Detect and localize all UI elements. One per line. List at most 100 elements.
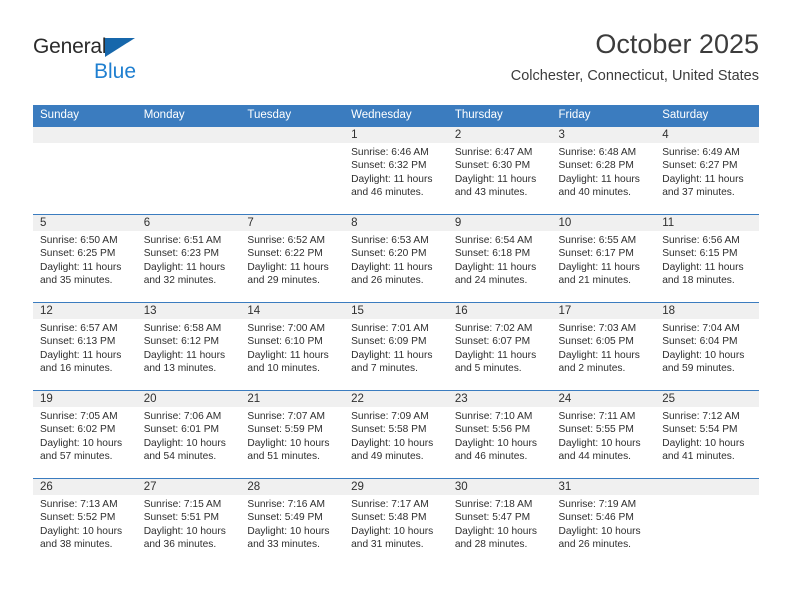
- day-number: 26: [33, 479, 137, 495]
- day-cell-content: [136, 127, 241, 214]
- day-cell-content: 8 Sunrise: 6:53 AM Sunset: 6:20 PM Daylight…: [344, 215, 448, 302]
- logo-text-blue: Blue: [93, 60, 136, 83]
- calendar-day-cell[interactable]: 10 Sunrise: 6:55 AM Sunset: 6:17 PM Dayligh…: [551, 214, 656, 303]
- sunset-line: Sunset: 6:20 PM: [351, 248, 427, 260]
- daylight-line-2: and 38 minutes.: [40, 539, 113, 551]
- day-number: 24: [551, 391, 656, 407]
- day-cell-content: 4 Sunrise: 6:49 AM Sunset: 6:27 PM Daylight…: [655, 127, 759, 214]
- daylight-line-1: Daylight: 11 hours: [351, 261, 433, 273]
- calendar-day-cell[interactable]: 22 Sunrise: 7:09 AM Sunset: 5:58 PM Dayligh…: [344, 390, 448, 479]
- daylight-line-1: Daylight: 11 hours: [558, 261, 640, 273]
- calendar-week-row: 1 Sunrise: 6:46 AM Sunset: 6:32 PM Daylight…: [33, 127, 759, 215]
- calendar-day-cell[interactable]: 8 Sunrise: 6:53 AM Sunset: 6:20 PM Daylight…: [344, 214, 448, 303]
- day-details: [137, 143, 241, 146]
- sunset-line: Sunset: 5:46 PM: [558, 512, 634, 524]
- calendar-header-row: Sunday Monday Tuesday Wednesday Thursday…: [33, 105, 759, 127]
- calendar-day-cell[interactable]: 14 Sunrise: 7:00 AM Sunset: 6:10 PM Dayligh…: [240, 302, 345, 391]
- day-cell-content: 16 Sunrise: 7:02 AM Sunset: 6:07 PM Dayligh…: [447, 303, 552, 390]
- day-number: 29: [344, 479, 448, 495]
- calendar-day-cell[interactable]: 7 Sunrise: 6:52 AM Sunset: 6:22 PM Daylight…: [240, 214, 345, 303]
- calendar-day-cell[interactable]: 13 Sunrise: 6:58 AM Sunset: 6:12 PM Dayligh…: [136, 302, 241, 391]
- day-cell-content: 22 Sunrise: 7:09 AM Sunset: 5:58 PM Dayligh…: [344, 391, 448, 478]
- day-number: 20: [136, 391, 241, 407]
- calendar-day-cell[interactable]: 26 Sunrise: 7:13 AM Sunset: 5:52 PM Dayligh…: [33, 478, 137, 566]
- day-cell-content: 17 Sunrise: 7:03 AM Sunset: 6:05 PM Dayligh…: [551, 303, 656, 390]
- daylight-line-2: and 33 minutes.: [247, 539, 320, 551]
- calendar-week-row: 12 Sunrise: 6:57 AM Sunset: 6:13 PM Dayligh…: [33, 302, 759, 391]
- calendar-day-cell[interactable]: 27 Sunrise: 7:15 AM Sunset: 5:51 PM Dayligh…: [136, 478, 241, 566]
- day-details: Sunrise: 6:51 AM Sunset: 6:23 PM Daylight:…: [137, 231, 241, 288]
- calendar-day-cell[interactable]: 21 Sunrise: 7:07 AM Sunset: 5:59 PM Dayligh…: [240, 390, 345, 479]
- daylight-line-2: and 35 minutes.: [40, 275, 113, 287]
- sunset-line: Sunset: 5:58 PM: [351, 424, 427, 436]
- day-cell-content: 2 Sunrise: 6:47 AM Sunset: 6:30 PM Daylight…: [447, 127, 552, 214]
- daylight-line-2: and 44 minutes.: [558, 451, 632, 463]
- daylight-line-1: Daylight: 11 hours: [662, 173, 744, 185]
- calendar-day-cell[interactable]: 18 Sunrise: 7:04 AM Sunset: 6:04 PM Dayligh…: [655, 302, 759, 391]
- weekday-header-wednesday: Wednesday: [344, 105, 448, 127]
- sunset-line: Sunset: 6:05 PM: [558, 336, 634, 348]
- daylight-line-1: Daylight: 10 hours: [143, 525, 226, 537]
- day-details: Sunrise: 7:18 AM Sunset: 5:47 PM Daylight:…: [448, 495, 552, 552]
- day-details: Sunrise: 7:19 AM Sunset: 5:46 PM Daylight:…: [552, 495, 656, 552]
- sunset-line: Sunset: 6:18 PM: [454, 248, 531, 260]
- daylight-line-2: and 13 minutes.: [143, 363, 217, 375]
- calendar-day-cell[interactable]: 19 Sunrise: 7:05 AM Sunset: 6:02 PM Dayligh…: [33, 390, 137, 479]
- calendar-day-cell[interactable]: 16 Sunrise: 7:02 AM Sunset: 6:07 PM Dayligh…: [447, 302, 552, 391]
- calendar-day-cell[interactable]: 3 Sunrise: 6:48 AM Sunset: 6:28 PM Daylight…: [551, 127, 656, 215]
- day-number: 10: [551, 215, 656, 231]
- page-title: October 2025: [595, 29, 759, 59]
- sunrise-line: Sunrise: 7:12 AM: [662, 411, 740, 422]
- day-cell-content: 6 Sunrise: 6:51 AM Sunset: 6:23 PM Daylight…: [136, 215, 241, 302]
- day-cell-content: 15 Sunrise: 7:01 AM Sunset: 6:09 PM Dayligh…: [344, 303, 448, 390]
- daylight-line-2: and 59 minutes.: [662, 363, 735, 375]
- day-cell-content: 30 Sunrise: 7:18 AM Sunset: 5:47 PM Dayligh…: [447, 479, 552, 566]
- day-number: 8: [344, 215, 448, 231]
- day-cell-content: 3 Sunrise: 6:48 AM Sunset: 6:28 PM Daylight…: [551, 127, 656, 214]
- sunset-line: Sunset: 5:52 PM: [40, 512, 116, 524]
- sunset-line: Sunset: 6:02 PM: [40, 424, 116, 436]
- calendar-day-cell[interactable]: 31 Sunrise: 7:19 AM Sunset: 5:46 PM Dayligh…: [551, 478, 656, 566]
- calendar-day-cell[interactable]: 6 Sunrise: 6:51 AM Sunset: 6:23 PM Daylight…: [136, 214, 241, 303]
- day-number: 3: [551, 127, 656, 143]
- sunset-line: Sunset: 6:12 PM: [143, 336, 220, 348]
- calendar-day-cell[interactable]: 17 Sunrise: 7:03 AM Sunset: 6:05 PM Dayligh…: [551, 302, 656, 391]
- day-details: Sunrise: 7:05 AM Sunset: 6:02 PM Daylight:…: [33, 407, 137, 464]
- calendar-day-cell[interactable]: 4 Sunrise: 6:49 AM Sunset: 6:27 PM Daylight…: [655, 127, 759, 215]
- calendar-day-cell[interactable]: 29 Sunrise: 7:17 AM Sunset: 5:48 PM Dayligh…: [344, 478, 448, 566]
- calendar-day-cell[interactable]: 5 Sunrise: 6:50 AM Sunset: 6:25 PM Daylight…: [33, 214, 137, 303]
- calendar-day-cell[interactable]: 9 Sunrise: 6:54 AM Sunset: 6:18 PM Daylight…: [447, 214, 552, 303]
- calendar-day-cell[interactable]: 20 Sunrise: 7:06 AM Sunset: 6:01 PM Dayligh…: [136, 390, 241, 479]
- day-details: Sunrise: 6:46 AM Sunset: 6:32 PM Daylight:…: [344, 143, 448, 200]
- calendar-day-cell[interactable]: 28 Sunrise: 7:16 AM Sunset: 5:49 PM Dayligh…: [240, 478, 345, 566]
- calendar-day-cell[interactable]: 1 Sunrise: 6:46 AM Sunset: 6:32 PM Daylight…: [344, 127, 448, 215]
- day-cell-content: 25 Sunrise: 7:12 AM Sunset: 5:54 PM Dayligh…: [655, 391, 759, 478]
- calendar-day-cell[interactable]: [33, 127, 137, 215]
- calendar-day-cell[interactable]: 30 Sunrise: 7:18 AM Sunset: 5:47 PM Dayligh…: [447, 478, 552, 566]
- logo-text-general: General: [33, 36, 153, 60]
- calendar-day-cell[interactable]: 24 Sunrise: 7:11 AM Sunset: 5:55 PM Dayligh…: [551, 390, 656, 479]
- sunset-line: Sunset: 6:27 PM: [662, 160, 738, 172]
- day-details: Sunrise: 7:12 AM Sunset: 5:54 PM Daylight:…: [655, 407, 759, 464]
- calendar-day-cell[interactable]: 2 Sunrise: 6:47 AM Sunset: 6:30 PM Daylight…: [447, 127, 552, 215]
- calendar-day-cell[interactable]: 11 Sunrise: 6:56 AM Sunset: 6:15 PM Dayligh…: [655, 214, 759, 303]
- daylight-line-1: Daylight: 10 hours: [247, 525, 330, 537]
- calendar-day-cell[interactable]: 23 Sunrise: 7:10 AM Sunset: 5:56 PM Dayligh…: [447, 390, 552, 479]
- daylight-line-2: and 54 minutes.: [143, 451, 217, 463]
- sunset-line: Sunset: 5:54 PM: [662, 424, 738, 436]
- calendar-day-cell[interactable]: [136, 127, 241, 215]
- day-details: Sunrise: 7:00 AM Sunset: 6:10 PM Daylight:…: [240, 319, 344, 376]
- daylight-line-2: and 18 minutes.: [662, 275, 735, 287]
- sunrise-line: Sunrise: 7:00 AM: [247, 323, 325, 334]
- calendar-day-cell[interactable]: [655, 478, 759, 566]
- calendar-day-cell[interactable]: 25 Sunrise: 7:12 AM Sunset: 5:54 PM Dayligh…: [655, 390, 759, 479]
- sunrise-sunset-calendar: Sunday Monday Tuesday Wednesday Thursday…: [33, 105, 759, 566]
- calendar-day-cell[interactable]: 15 Sunrise: 7:01 AM Sunset: 6:09 PM Dayligh…: [344, 302, 448, 391]
- calendar-day-cell[interactable]: 12 Sunrise: 6:57 AM Sunset: 6:13 PM Dayligh…: [33, 302, 137, 391]
- day-details: Sunrise: 7:03 AM Sunset: 6:05 PM Daylight:…: [552, 319, 656, 376]
- calendar-day-cell[interactable]: [240, 127, 345, 215]
- sunrise-line: Sunrise: 7:06 AM: [143, 411, 222, 422]
- sunrise-line: Sunrise: 7:01 AM: [351, 323, 429, 334]
- day-details: Sunrise: 6:58 AM Sunset: 6:12 PM Daylight:…: [137, 319, 241, 376]
- sunrise-line: Sunrise: 6:47 AM: [454, 147, 533, 158]
